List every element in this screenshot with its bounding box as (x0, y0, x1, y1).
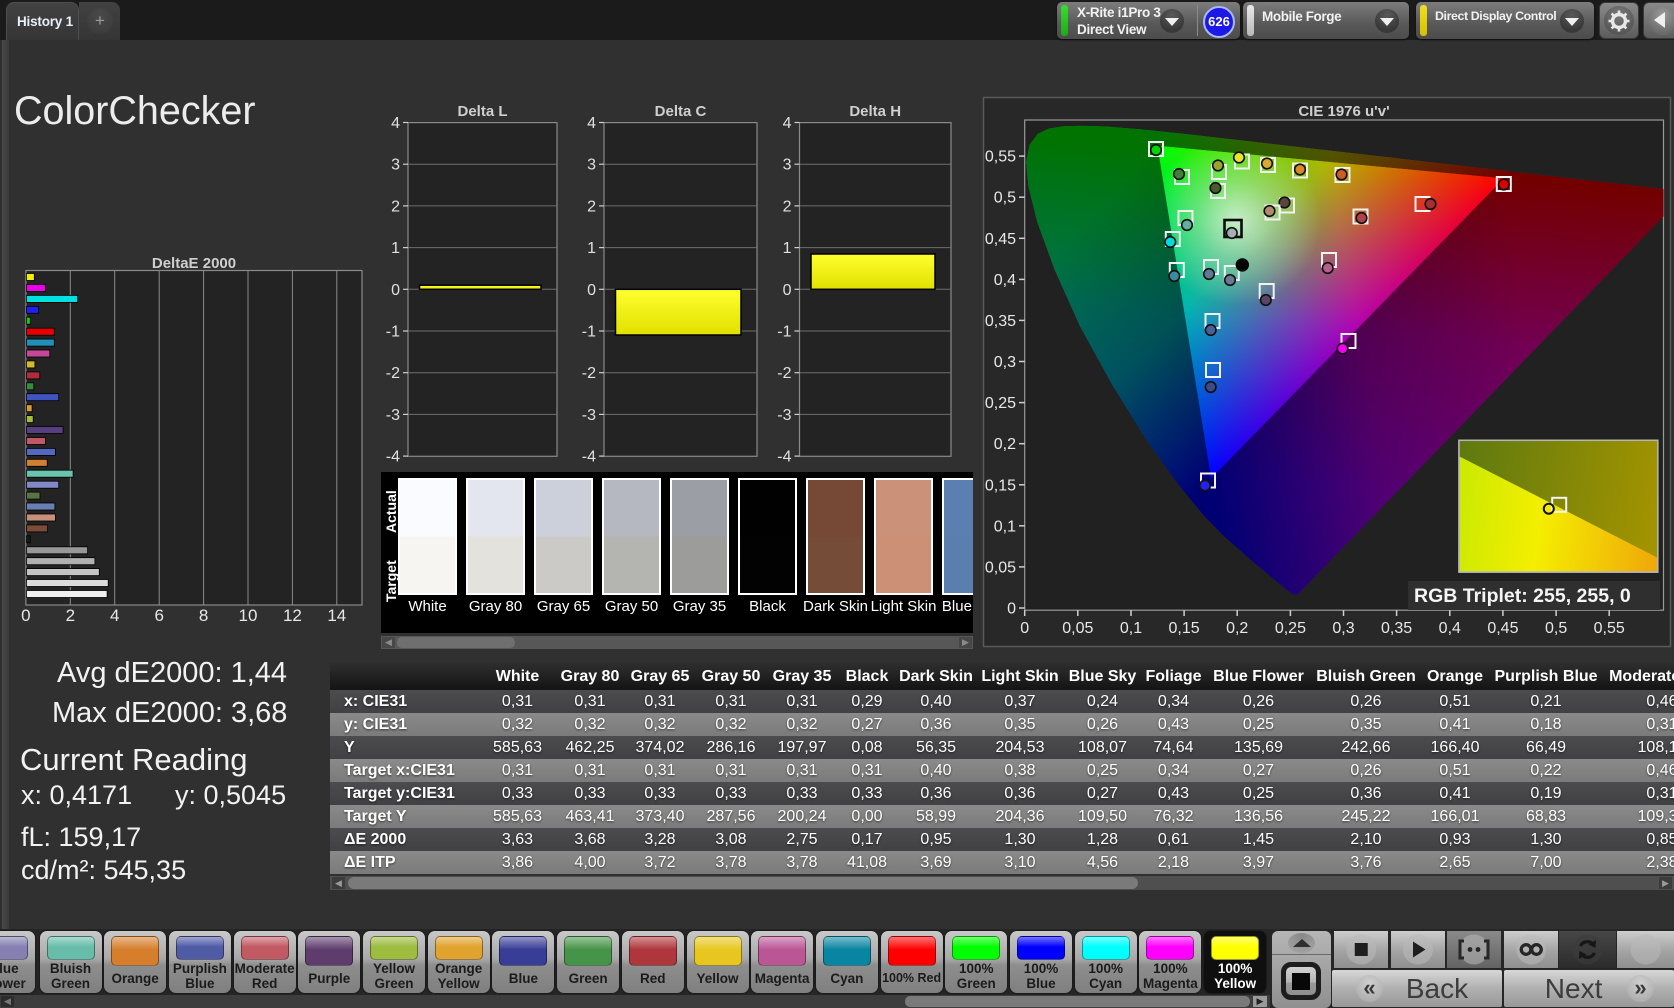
svg-text:2: 2 (391, 198, 400, 215)
svg-text:-1: -1 (386, 324, 400, 341)
svg-text:0,5: 0,5 (994, 190, 1016, 207)
svg-text:-1: -1 (582, 324, 596, 341)
svg-text:0,45: 0,45 (985, 231, 1016, 248)
svg-text:0,35: 0,35 (985, 313, 1016, 330)
svg-text:0,2: 0,2 (994, 436, 1016, 453)
svg-text:0,5: 0,5 (1545, 620, 1567, 637)
svg-text:DeltaE 2000: DeltaE 2000 (152, 255, 236, 272)
svg-text:1: 1 (783, 240, 792, 257)
svg-text:3: 3 (391, 157, 400, 174)
svg-text:-4: -4 (582, 449, 596, 466)
svg-text:-3: -3 (386, 407, 400, 424)
svg-text:12: 12 (283, 606, 302, 625)
svg-text:-4: -4 (777, 449, 791, 466)
svg-text:Delta L: Delta L (457, 103, 507, 120)
svg-text:3: 3 (783, 157, 792, 174)
svg-text:-2: -2 (386, 365, 400, 382)
svg-text:CIE 1976 u'v': CIE 1976 u'v' (1298, 103, 1389, 120)
svg-text:4: 4 (587, 115, 596, 132)
svg-text:8: 8 (199, 606, 208, 625)
svg-text:0,15: 0,15 (985, 477, 1016, 494)
svg-text:2: 2 (66, 606, 75, 625)
svg-text:0,05: 0,05 (1062, 620, 1093, 637)
svg-text:0: 0 (587, 282, 596, 299)
svg-text:0: 0 (21, 606, 30, 625)
svg-text:1: 1 (391, 240, 400, 257)
svg-text:4: 4 (783, 115, 792, 132)
svg-text:1: 1 (587, 240, 596, 257)
svg-text:0,35: 0,35 (1381, 620, 1412, 637)
svg-text:0,55: 0,55 (985, 149, 1016, 166)
svg-text:14: 14 (327, 606, 346, 625)
svg-text:0,3: 0,3 (994, 354, 1016, 371)
svg-text:-3: -3 (582, 407, 596, 424)
svg-text:-2: -2 (582, 365, 596, 382)
svg-text:10: 10 (239, 606, 258, 625)
svg-text:0,45: 0,45 (1487, 620, 1518, 637)
svg-text:-4: -4 (386, 449, 400, 466)
svg-text:0,1: 0,1 (1120, 620, 1142, 637)
svg-text:0,2: 0,2 (1226, 620, 1248, 637)
svg-text:0,4: 0,4 (1439, 620, 1461, 637)
svg-text:0,25: 0,25 (985, 395, 1016, 412)
svg-text:0,1: 0,1 (994, 518, 1016, 535)
svg-text:2: 2 (587, 198, 596, 215)
svg-text:Delta C: Delta C (655, 103, 707, 120)
svg-text:0: 0 (783, 282, 792, 299)
svg-text:0,15: 0,15 (1169, 620, 1200, 637)
svg-text:3: 3 (587, 157, 596, 174)
svg-text:0,55: 0,55 (1594, 620, 1625, 637)
svg-text:4: 4 (110, 606, 119, 625)
svg-text:6: 6 (154, 606, 163, 625)
svg-text:RGB Triplet: 255, 255, 0: RGB Triplet: 255, 255, 0 (1414, 585, 1631, 607)
svg-text:0,05: 0,05 (985, 559, 1016, 576)
svg-text:0: 0 (391, 282, 400, 299)
svg-text:0,3: 0,3 (1332, 620, 1354, 637)
svg-text:2: 2 (783, 198, 792, 215)
svg-text:-3: -3 (777, 407, 791, 424)
svg-text:-1: -1 (777, 324, 791, 341)
svg-text:Delta H: Delta H (849, 103, 901, 120)
svg-text:0,25: 0,25 (1275, 620, 1306, 637)
svg-text:0: 0 (1007, 601, 1016, 618)
svg-text:4: 4 (391, 115, 400, 132)
svg-text:0: 0 (1020, 620, 1029, 637)
svg-text:0,4: 0,4 (994, 272, 1016, 289)
svg-text:-2: -2 (777, 365, 791, 382)
